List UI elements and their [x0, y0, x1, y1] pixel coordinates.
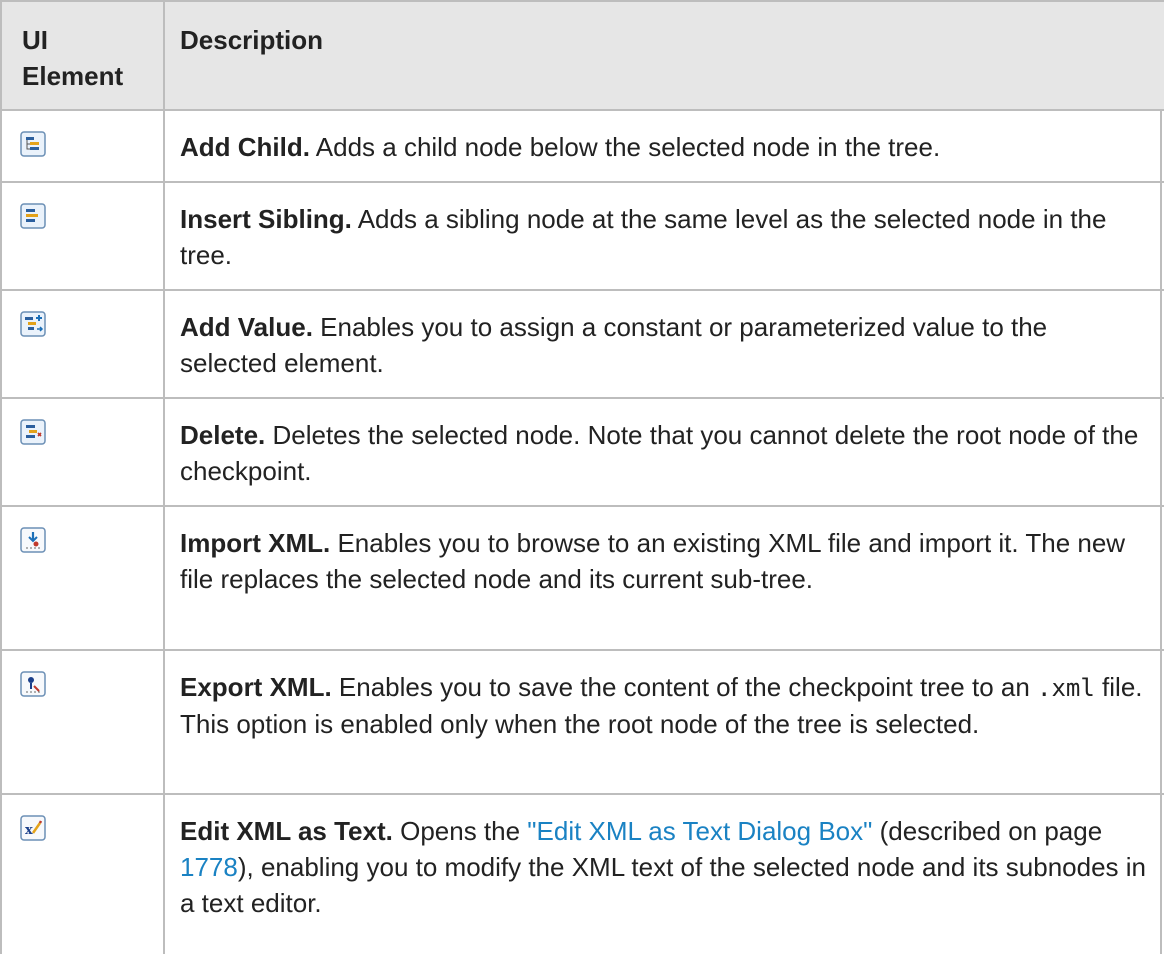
reference-table: UI Element Description Add Child. Adds a… [0, 0, 1164, 954]
row-description: Add Value. Enables you to assign a const… [180, 309, 1148, 381]
insert-sibling-icon[interactable] [20, 203, 46, 229]
row-text-b: (described on page [872, 816, 1103, 846]
table-row: Export XML. Enables you to save the cont… [2, 651, 1164, 795]
table-row: Insert Sibling. Adds a sibling node at t… [2, 183, 1164, 291]
row-description: Add Child. Adds a child node below the s… [180, 129, 1148, 165]
import-xml-icon[interactable] [20, 527, 46, 553]
header-ui-element: UI Element [22, 25, 124, 91]
row-text-a: Enables you to save the content of the c… [331, 672, 1038, 702]
row-title: Export XML. [180, 672, 332, 702]
table-row: Add Child. Adds a child node below the s… [2, 111, 1164, 183]
row-description: Import XML. Enables you to browse to an … [180, 525, 1148, 597]
svg-text:x: x [25, 823, 33, 838]
row-text: Adds a child node below the selected nod… [309, 132, 941, 162]
row-title: Delete. [180, 420, 266, 450]
row-text-a: Opens the [392, 816, 528, 846]
row-title: Edit XML as Text. [180, 816, 393, 846]
file-extension-code: .xml [1037, 674, 1095, 702]
export-xml-icon[interactable] [20, 671, 46, 697]
delete-icon[interactable] [20, 419, 46, 445]
add-child-icon[interactable] [20, 131, 46, 157]
table-header: UI Element Description [2, 0, 1164, 111]
row-text-c: ), enabling you to modify the XML text o… [180, 852, 1147, 918]
table-row: Import XML. Enables you to browse to an … [2, 507, 1164, 651]
table-row: x Edit XML as Text. Opens the "Edit XML … [2, 795, 1164, 954]
row-text: Deletes the selected node. Note that you… [180, 420, 1139, 486]
row-description: Delete. Deletes the selected node. Note … [180, 417, 1148, 489]
row-description: Edit XML as Text. Opens the "Edit XML as… [180, 813, 1148, 921]
table-row: Delete. Deletes the selected node. Note … [2, 399, 1164, 507]
row-description: Insert Sibling. Adds a sibling node at t… [180, 201, 1148, 273]
row-title: Insert Sibling. [180, 204, 352, 234]
row-title: Add Value. [180, 312, 313, 342]
row-description: Export XML. Enables you to save the cont… [180, 669, 1148, 742]
row-title: Add Child. [180, 132, 310, 162]
header-description: Description [180, 25, 324, 55]
row-title: Import XML. [180, 528, 331, 558]
page-number-link[interactable]: 1778 [180, 852, 238, 882]
edit-xml-as-text-icon[interactable]: x [20, 815, 46, 841]
add-value-icon[interactable] [20, 311, 46, 337]
edit-xml-dialog-link[interactable]: "Edit XML as Text Dialog Box" [527, 816, 872, 846]
table-row: Add Value. Enables you to assign a const… [2, 291, 1164, 399]
